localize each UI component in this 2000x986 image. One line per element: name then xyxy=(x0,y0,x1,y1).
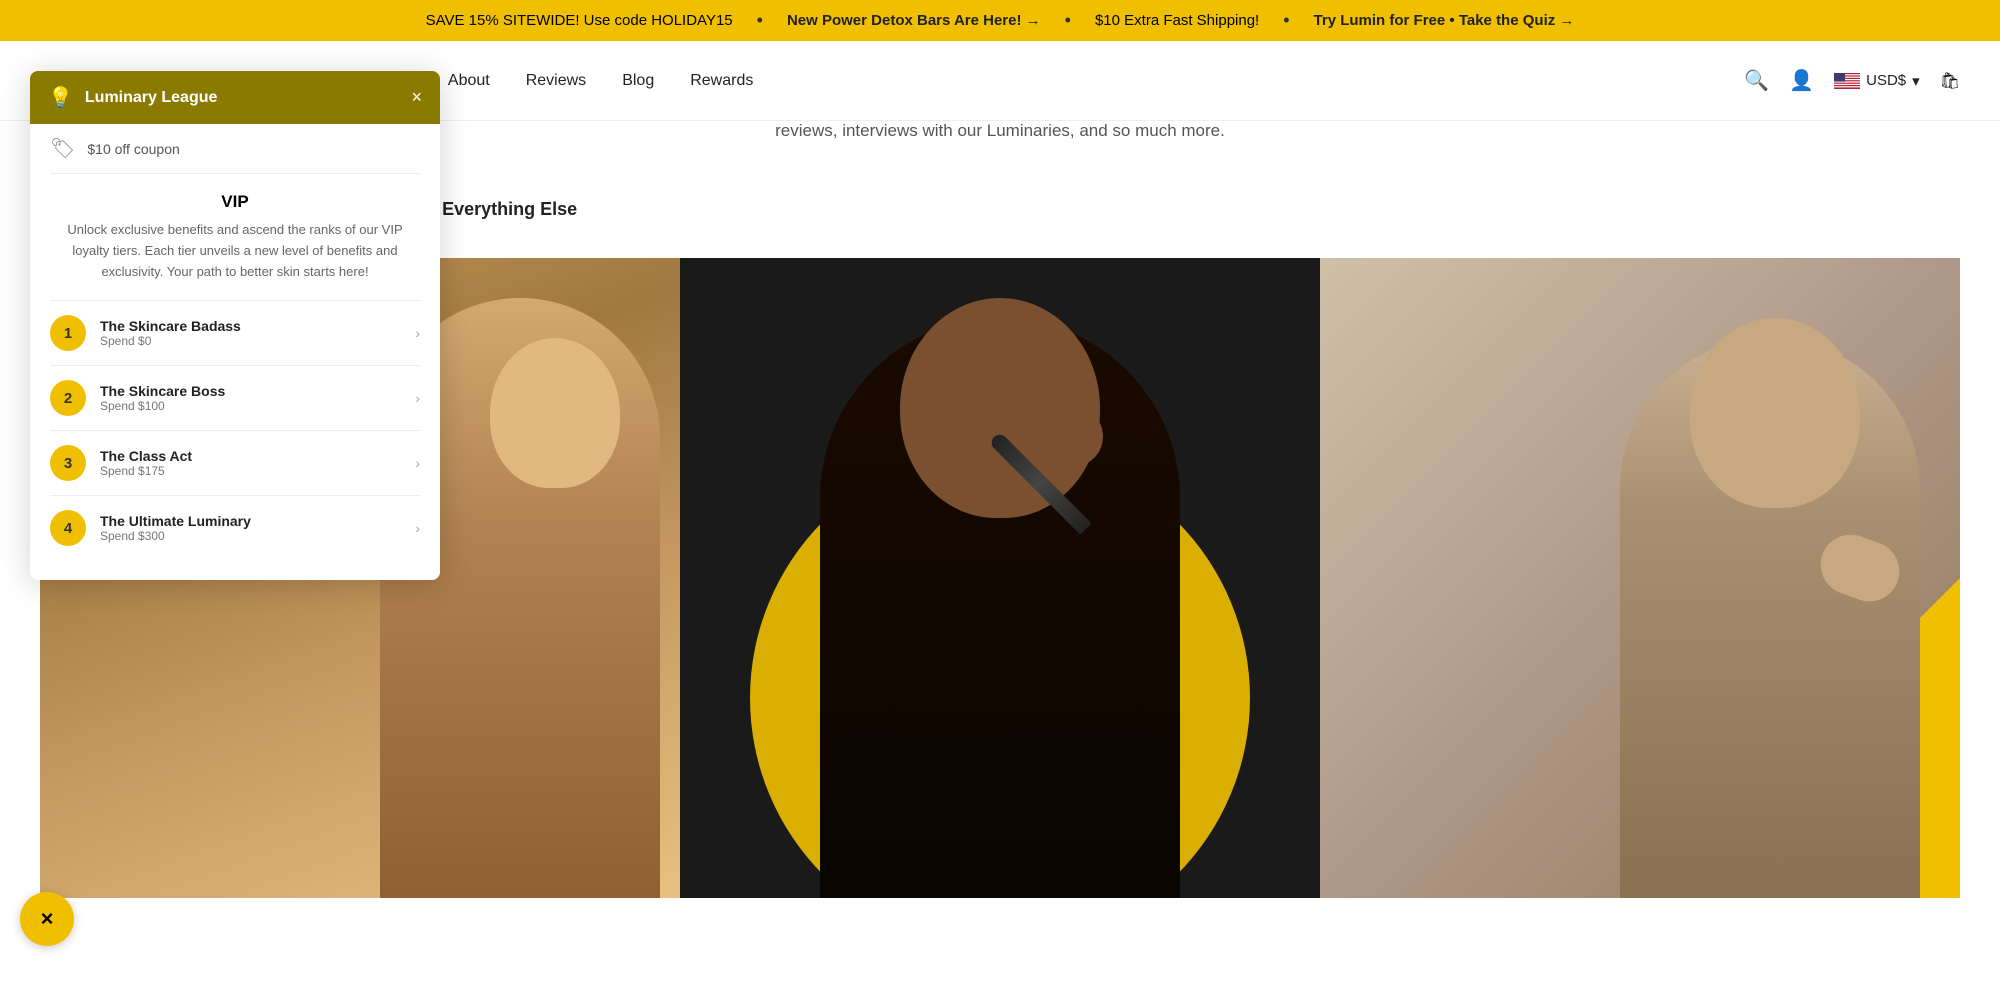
currency-label: USD$ xyxy=(1866,72,1906,89)
coupon-item: 🏷 $10 off coupon xyxy=(50,124,420,174)
popup-close-button[interactable]: × xyxy=(411,87,422,108)
nav-rewards[interactable]: Rewards xyxy=(690,72,753,89)
tier-name-4: The Ultimate Luminary xyxy=(100,513,401,529)
popup-header: 💡 Luminary League × xyxy=(30,71,440,124)
tier-name-1: The Skincare Badass xyxy=(100,318,401,334)
popup-title: Luminary League xyxy=(85,89,217,107)
chevron-right-icon-3: › xyxy=(415,455,420,471)
tier-spend-3: Spend $175 xyxy=(100,464,401,478)
tier-item-2[interactable]: 2 The Skincare Boss Spend $100 › xyxy=(50,365,420,430)
nav-about[interactable]: About xyxy=(448,72,490,89)
coupon-label: $10 off coupon xyxy=(87,141,179,157)
popup-body: 🏷 $10 off coupon VIP Unlock exclusive be… xyxy=(30,124,440,580)
tier-spend-1: Spend $0 xyxy=(100,334,401,348)
search-icon[interactable]: 🔍 xyxy=(1744,68,1769,93)
currency-selector[interactable]: USD$ ▾ xyxy=(1834,72,1920,90)
dot-3: • xyxy=(1283,10,1289,31)
tier-info-2: The Skincare Boss Spend $100 xyxy=(100,383,401,413)
navbar: Lumin Free Trial How To Luminaries About… xyxy=(0,41,2000,121)
vip-description: Unlock exclusive benefits and ascend the… xyxy=(50,220,420,282)
currency-chevron: ▾ xyxy=(1912,72,1920,90)
tier-name-3: The Class Act xyxy=(100,448,401,464)
announcement-item-1: SAVE 15% SITEWIDE! Use code HOLIDAY15 xyxy=(426,12,733,29)
nav-reviews[interactable]: Reviews xyxy=(526,72,586,89)
tier-item-1[interactable]: 1 The Skincare Badass Spend $0 › xyxy=(50,300,420,365)
tier-item-4[interactable]: 4 The Ultimate Luminary Spend $300 › xyxy=(50,495,420,560)
tier-list: 1 The Skincare Badass Spend $0 › 2 The S… xyxy=(50,300,420,560)
tag-icon: 🏷 xyxy=(50,136,75,161)
tier-number-3: 3 xyxy=(50,445,86,481)
tier-spend-4: Spend $300 xyxy=(100,529,401,543)
announcement-item-3: $10 Extra Fast Shipping! xyxy=(1095,12,1259,29)
tier-number-4: 4 xyxy=(50,510,86,546)
announcement-bar: SAVE 15% SITEWIDE! Use code HOLIDAY15 • … xyxy=(0,0,2000,41)
dot-1: • xyxy=(757,10,763,31)
chevron-right-icon-2: › xyxy=(415,390,420,406)
us-flag-icon xyxy=(1834,73,1860,89)
announcement-link-1[interactable]: New Power Detox Bars Are Here! → xyxy=(787,12,1041,29)
floating-close-button[interactable]: × xyxy=(20,892,74,946)
tier-spend-2: Spend $100 xyxy=(100,399,401,413)
vip-popup: 💡 Luminary League × 🏷 $10 off coupon VIP… xyxy=(30,71,440,580)
tier-number-1: 1 xyxy=(50,315,86,351)
chevron-right-icon-1: › xyxy=(415,325,420,341)
tier-info-1: The Skincare Badass Spend $0 xyxy=(100,318,401,348)
cart-icon: 🛍 xyxy=(1940,73,1960,90)
filter-everything-else[interactable]: Everything Else xyxy=(426,191,593,228)
tier-number-2: 2 xyxy=(50,380,86,416)
blog-card-center[interactable] xyxy=(680,258,1320,898)
nav-blog[interactable]: Blog xyxy=(622,72,654,89)
cart-button[interactable]: 🛍 xyxy=(1940,71,1960,91)
tier-name-2: The Skincare Boss xyxy=(100,383,401,399)
announcement-link-2[interactable]: Try Lumin for Free • Take the Quiz → xyxy=(1314,12,1575,29)
tier-info-4: The Ultimate Luminary Spend $300 xyxy=(100,513,401,543)
dot-2: • xyxy=(1065,10,1071,31)
tier-info-3: The Class Act Spend $175 xyxy=(100,448,401,478)
vip-title: VIP xyxy=(50,192,420,212)
user-icon[interactable]: 👤 xyxy=(1789,68,1814,93)
nav-right: 🔍 👤 USD$ ▾ 🛍 xyxy=(1744,68,1960,93)
popup-header-left: 💡 Luminary League xyxy=(48,85,217,110)
bulb-icon: 💡 xyxy=(48,85,73,110)
chevron-right-icon-4: › xyxy=(415,520,420,536)
tier-item-3[interactable]: 3 The Class Act Spend $175 › xyxy=(50,430,420,495)
blog-card-right[interactable] xyxy=(1320,258,1960,898)
